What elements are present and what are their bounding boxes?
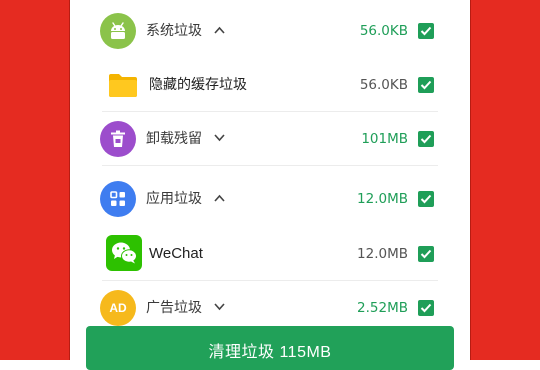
left-red-border xyxy=(0,0,70,360)
subitem-wechat[interactable]: WeChat 12.0MB xyxy=(72,227,468,281)
select-checkbox[interactable] xyxy=(418,246,434,262)
chevron-up-icon[interactable] xyxy=(214,194,225,202)
checkmark-icon xyxy=(420,26,432,36)
category-system-junk[interactable]: 系统垃圾 56.0KB xyxy=(72,4,468,58)
trash-icon xyxy=(100,121,136,157)
subitem-hidden-cache[interactable]: 隐藏的缓存垃圾 56.0KB xyxy=(72,58,468,112)
junk-list-panel: 系统垃圾 56.0KB 隐藏的缓存垃圾 56.0KB 卸载残留 101MB 应用… xyxy=(72,0,468,360)
ad-icon: AD xyxy=(100,290,136,326)
chevron-down-icon[interactable] xyxy=(214,303,225,311)
junk-size: 101MB xyxy=(361,131,408,147)
select-checkbox[interactable] xyxy=(418,23,434,39)
clean-junk-button[interactable]: 清理垃圾 115MB xyxy=(86,326,454,370)
category-label: 卸载残留 xyxy=(146,131,202,147)
category-app-junk[interactable]: 应用垃圾 12.0MB xyxy=(72,172,468,226)
junk-size: 12.0MB xyxy=(357,191,408,207)
row-divider xyxy=(102,165,438,166)
category-label: 应用垃圾 xyxy=(146,191,202,207)
select-checkbox[interactable] xyxy=(418,131,434,147)
ad-icon-text: AD xyxy=(109,301,127,315)
clean-button-label: 清理垃圾 115MB xyxy=(208,344,332,361)
category-uninstall-residue[interactable]: 卸载残留 101MB xyxy=(72,112,468,166)
category-label: 系统垃圾 xyxy=(146,23,202,39)
checkmark-icon xyxy=(420,249,432,259)
checkmark-icon xyxy=(420,303,432,313)
select-checkbox[interactable] xyxy=(418,191,434,207)
junk-size: 56.0KB xyxy=(359,23,408,39)
checkmark-icon xyxy=(420,194,432,204)
checkmark-icon xyxy=(420,80,432,90)
category-label: 广告垃圾 xyxy=(146,300,202,316)
select-checkbox[interactable] xyxy=(418,77,434,93)
select-checkbox[interactable] xyxy=(418,300,434,316)
subitem-label: WeChat xyxy=(149,245,203,262)
chevron-up-icon[interactable] xyxy=(214,26,225,34)
junk-size: 56.0KB xyxy=(359,77,408,93)
subitem-label: 隐藏的缓存垃圾 xyxy=(149,77,247,93)
junk-size: 12.0MB xyxy=(357,246,408,262)
junk-size: 2.52MB xyxy=(357,300,408,316)
right-red-border xyxy=(470,0,540,360)
chevron-down-icon[interactable] xyxy=(214,134,225,142)
apps-icon xyxy=(100,181,136,217)
checkmark-icon xyxy=(420,134,432,144)
folder-icon xyxy=(108,72,138,98)
wechat-icon xyxy=(106,235,142,271)
android-icon xyxy=(100,13,136,49)
